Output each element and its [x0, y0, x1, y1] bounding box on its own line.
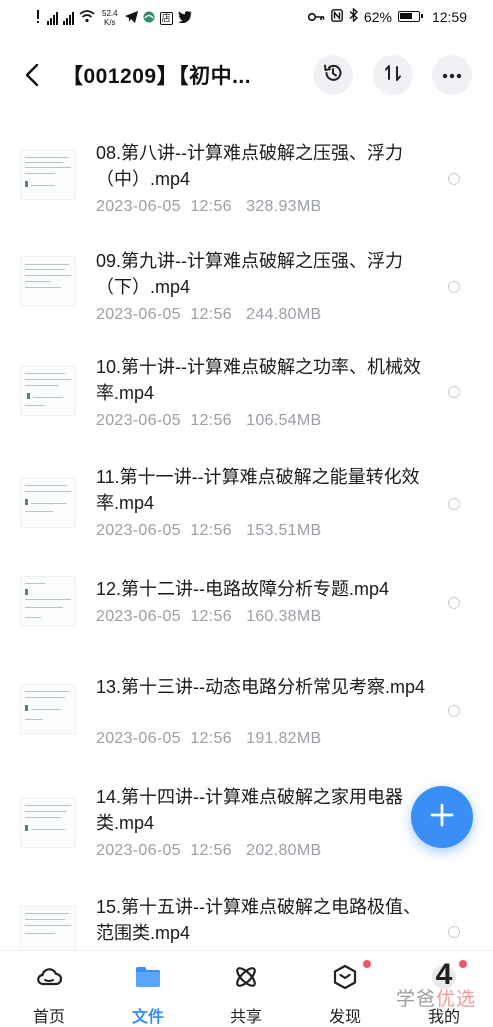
twitter-icon: [177, 10, 192, 26]
notification-dot: [459, 960, 467, 968]
bluetooth-icon: [349, 7, 358, 25]
video-thumbnail: [20, 906, 76, 950]
back-icon[interactable]: [22, 62, 44, 88]
file-size: 328.93MB: [246, 198, 322, 215]
store-icon: 店: [159, 11, 173, 25]
file-meta: 2023-06-05 12:56 202.80MB: [96, 842, 321, 860]
video-thumbnail: [20, 150, 76, 200]
sort-icon: [383, 63, 403, 88]
file-meta: 2023-06-05 12:56 160.38MB: [96, 608, 321, 626]
file-row[interactable]: 11.第十一讲--计算难点破解之能量转化效率.mp4 2023-06-05 12…: [0, 458, 493, 566]
discover-icon: [331, 963, 359, 991]
file-meta: 2023-06-05 12:56 191.82MB: [96, 730, 321, 748]
history-button[interactable]: [313, 55, 353, 95]
video-thumbnail: [20, 576, 76, 626]
speed-unit: K/s: [104, 18, 116, 27]
video-thumbnail: [20, 798, 76, 848]
file-row[interactable]: 09.第九讲--计算难点破解之压强、浮力（下）.mp4 2023-06-05 1…: [0, 236, 493, 344]
app-icon: [143, 11, 155, 26]
nav-share[interactable]: 共享: [211, 951, 281, 1026]
nav-label-files: 文件: [131, 1009, 164, 1026]
file-name: 15.第十五讲--计算难点破解之电路极值、范围类.mp4: [96, 897, 422, 943]
file-name: 12.第十二讲--电路故障分析专题.mp4: [96, 579, 390, 599]
file-meta: 2023-06-05 12:56 328.93MB: [96, 198, 321, 216]
file-size: 153.51MB: [246, 522, 322, 539]
battery-icon: [397, 11, 423, 22]
status-left: 52.4 K/s 店: [34, 9, 192, 27]
file-row[interactable]: 15.第十五讲--计算难点破解之电路极值、范围类.mp4: [0, 892, 493, 950]
file-name: 08.第八讲--计算难点破解之压强、浮力（中）.mp4: [96, 143, 404, 189]
file-date: 2023-06-05 12:56: [96, 522, 232, 539]
file-row[interactable]: 10.第十讲--计算难点破解之功率、机械效率.mp4 2023-06-05 12…: [0, 346, 493, 454]
select-radio[interactable]: [448, 926, 460, 938]
file-name: 14.第十四讲--计算难点破解之家用电器类.mp4: [96, 787, 404, 833]
more-icon: [442, 66, 462, 84]
file-date: 2023-06-05 12:56: [96, 412, 232, 429]
telegram-icon: [124, 10, 138, 26]
file-size: 106.54MB: [246, 412, 322, 429]
speed-value: 52.4: [102, 9, 118, 18]
video-thumbnail: [20, 256, 76, 306]
signal-icon: [47, 11, 58, 25]
header: 【001209】【初中...: [0, 40, 493, 112]
alert-icon: [34, 10, 42, 26]
select-radio[interactable]: [448, 597, 460, 609]
file-name: 13.第十三讲--动态电路分析常见考察.mp4: [96, 677, 426, 697]
video-thumbnail: [20, 366, 76, 416]
file-date: 2023-06-05 12:56: [96, 842, 232, 859]
nav-label-home: 首页: [32, 1009, 65, 1026]
clock: 12:59: [431, 8, 467, 25]
nav-label-share: 共享: [229, 1009, 262, 1026]
file-date: 2023-06-05 12:56: [96, 198, 232, 215]
select-radio[interactable]: [448, 281, 460, 293]
video-thumbnail: [20, 684, 76, 734]
file-meta: 2023-06-05 12:56 106.54MB: [96, 412, 321, 430]
file-name: 10.第十讲--计算难点破解之功率、机械效率.mp4: [96, 357, 422, 403]
watermark-text-b: 优选: [436, 989, 477, 1010]
select-radio[interactable]: [448, 173, 460, 185]
file-size: 160.38MB: [246, 608, 322, 625]
select-radio[interactable]: [448, 498, 460, 510]
nav-files[interactable]: 文件: [113, 951, 183, 1026]
watermark-text-a: 学爸: [396, 989, 437, 1010]
file-row[interactable]: 13.第十三讲--动态电路分析常见考察.mp4 2023-06-05 12:56…: [0, 670, 493, 778]
file-date: 2023-06-05 12:56: [96, 608, 232, 625]
file-row[interactable]: 12.第十二讲--电路故障分析专题.mp4 2023-06-05 12:56 1…: [0, 570, 493, 678]
share-icon: [232, 963, 260, 991]
network-speed: 52.4 K/s: [102, 9, 118, 27]
file-meta: 2023-06-05 12:56 153.51MB: [96, 522, 321, 540]
watermark: 学爸优选: [396, 984, 476, 1011]
nav-discover[interactable]: 发现: [310, 951, 380, 1026]
file-name: 11.第十一讲--计算难点破解之能量转化效率.mp4: [96, 467, 420, 513]
signal-icon-2: [63, 11, 74, 25]
file-meta: 2023-06-05 12:56 244.80MB: [96, 306, 321, 324]
wifi-icon: [79, 10, 95, 26]
history-icon: [322, 62, 344, 89]
more-button[interactable]: [432, 55, 472, 95]
nav-home[interactable]: 首页: [14, 951, 84, 1026]
cloud-icon: [35, 963, 63, 991]
nav-label-discover: 发现: [328, 1009, 361, 1026]
folder-icon: [134, 963, 162, 991]
file-size: 244.80MB: [246, 306, 322, 323]
file-row[interactable]: 08.第八讲--计算难点破解之压强、浮力（中）.mp4 2023-06-05 1…: [0, 128, 493, 236]
status-bar: 52.4 K/s 店 62% 12:59: [0, 0, 493, 36]
file-name: 09.第九讲--计算难点破解之压强、浮力（下）.mp4: [96, 251, 404, 297]
nfc-icon: [331, 8, 343, 25]
file-date: 2023-06-05 12:56: [96, 306, 232, 323]
status-right: 62% 12:59: [307, 7, 467, 25]
video-thumbnail: [20, 478, 76, 528]
select-radio[interactable]: [448, 386, 460, 398]
key-icon: [307, 9, 325, 25]
battery-percent: 62%: [363, 8, 392, 25]
plus-icon: [429, 802, 455, 833]
select-radio[interactable]: [448, 705, 460, 717]
sort-button[interactable]: [373, 55, 413, 95]
page-title: 【001209】【初中...: [62, 65, 252, 88]
file-size: 191.82MB: [246, 730, 322, 747]
file-date: 2023-06-05 12:56: [96, 730, 232, 747]
notification-dot: [363, 960, 371, 968]
file-size: 202.80MB: [246, 842, 322, 859]
add-button[interactable]: [411, 786, 473, 848]
